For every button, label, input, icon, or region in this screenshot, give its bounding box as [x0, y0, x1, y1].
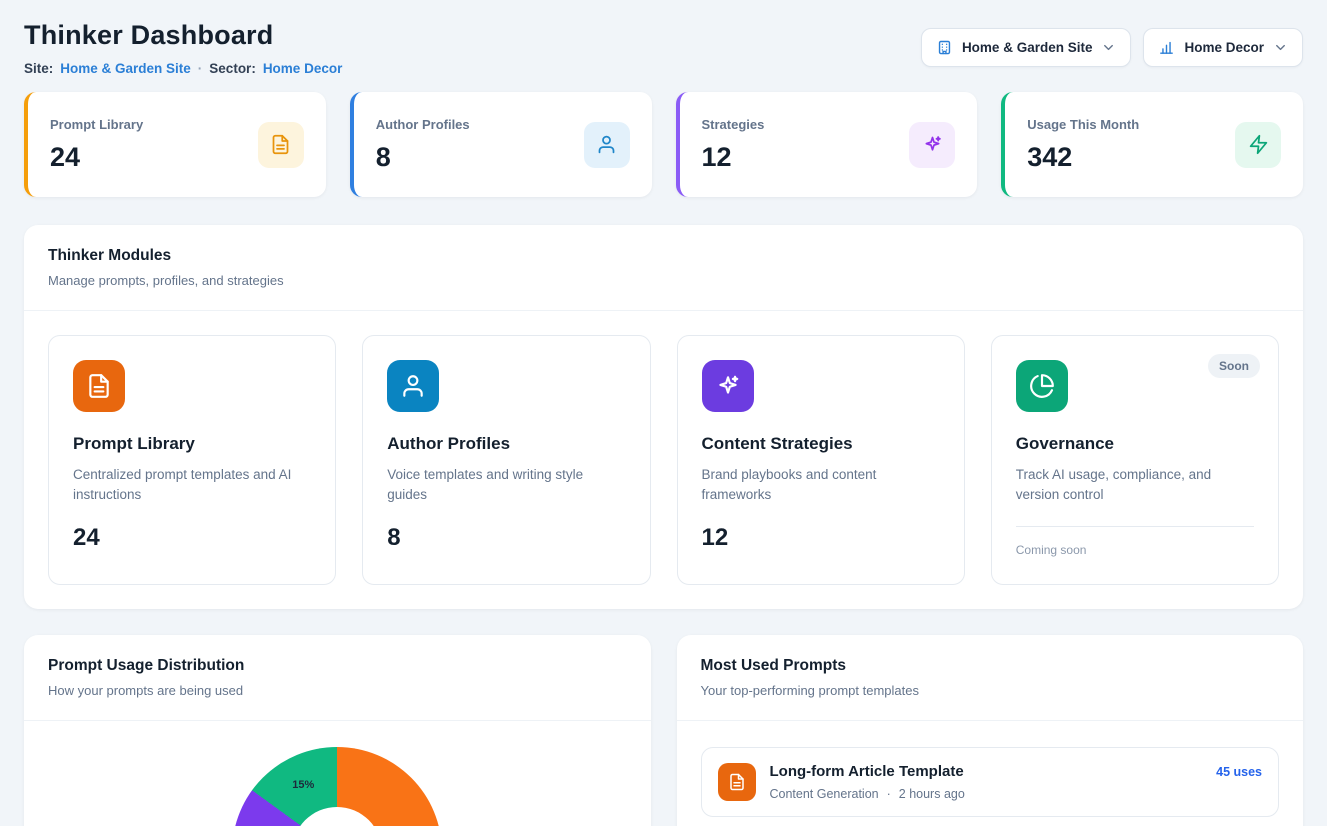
prompt-item-title: Long-form Article Template — [770, 763, 965, 780]
stat-value: 24 — [50, 142, 143, 173]
stat-label: Strategies — [702, 117, 765, 132]
breadcrumb: Site: Home & Garden Site · Sector: Home … — [24, 61, 342, 76]
modules-header: Thinker Modules Manage prompts, profiles… — [24, 225, 1303, 311]
stat-info: Strategies 12 — [702, 117, 765, 173]
site-selector-dropdown[interactable]: Home & Garden Site — [921, 28, 1132, 67]
stat-value: 12 — [702, 142, 765, 173]
thinker-modules-section: Thinker Modules Manage prompts, profiles… — [24, 225, 1303, 609]
usage-panel-body: 15% — [24, 721, 651, 826]
coming-soon-note: Coming soon — [1016, 526, 1254, 557]
modules-subtitle: Manage prompts, profiles, and strategies — [48, 273, 1279, 288]
modules-grid: Prompt Library Centralized prompt templa… — [24, 311, 1303, 609]
meta-dot: · — [887, 787, 891, 801]
separator-dot: · — [198, 61, 203, 76]
sector-selector-dropdown[interactable]: Home Decor — [1143, 28, 1303, 67]
stat-label: Prompt Library — [50, 117, 143, 132]
module-count: 24 — [73, 524, 311, 552]
modules-title: Thinker Modules — [48, 247, 1279, 265]
stat-info: Prompt Library 24 — [50, 117, 143, 173]
prompt-uses-badge: 45 uses — [1216, 765, 1262, 779]
site-label: Site: — [24, 61, 53, 76]
page-title: Thinker Dashboard — [24, 20, 342, 51]
dashboard-page: Thinker Dashboard Site: Home & Garden Si… — [0, 0, 1327, 826]
module-title: Content Strategies — [702, 434, 940, 454]
prompt-category: Content Generation — [770, 787, 879, 801]
module-card-author-profiles[interactable]: Author Profiles Voice templates and writ… — [362, 335, 650, 585]
user-icon — [584, 122, 630, 168]
stat-value: 342 — [1027, 142, 1139, 173]
sector-label: Sector: — [209, 61, 256, 76]
header-actions: Home & Garden Site Home Decor — [921, 28, 1303, 67]
stat-card-strategies: Strategies 12 — [676, 92, 978, 197]
usage-panel-title: Prompt Usage Distribution — [48, 657, 627, 675]
bottom-row: Prompt Usage Distribution How your promp… — [24, 635, 1303, 826]
stat-info: Usage This Month 342 — [1027, 117, 1139, 173]
stat-value: 8 — [376, 142, 470, 173]
file-text-icon — [718, 763, 756, 801]
module-title: Governance — [1016, 434, 1254, 454]
module-card-content-strategies[interactable]: Content Strategies Brand playbooks and c… — [677, 335, 965, 585]
prompts-panel-header: Most Used Prompts Your top-performing pr… — [677, 635, 1304, 721]
module-card-prompt-library[interactable]: Prompt Library Centralized prompt templa… — [48, 335, 336, 585]
prompt-item-meta: Content Generation · 2 hours ago — [770, 787, 965, 801]
usage-panel-subtitle: How your prompts are being used — [48, 683, 627, 698]
building-icon — [936, 39, 953, 56]
stats-row: Prompt Library 24 Author Profiles 8 Stra… — [24, 92, 1303, 197]
usage-panel-header: Prompt Usage Distribution How your promp… — [24, 635, 651, 721]
most-used-prompts-panel: Most Used Prompts Your top-performing pr… — [677, 635, 1304, 826]
stat-card-prompt-library: Prompt Library 24 — [24, 92, 326, 197]
soon-badge: Soon — [1208, 354, 1260, 378]
file-text-icon — [73, 360, 125, 412]
page-header: Thinker Dashboard Site: Home & Garden Si… — [24, 20, 1303, 76]
stat-info: Author Profiles 8 — [376, 117, 470, 173]
module-description: Track AI usage, compliance, and version … — [1016, 465, 1254, 506]
module-count: 12 — [702, 524, 940, 552]
prompts-panel-subtitle: Your top-performing prompt templates — [701, 683, 1280, 698]
module-description: Centralized prompt templates and AI inst… — [73, 465, 311, 506]
chevron-down-icon — [1101, 40, 1116, 55]
sparkle-icon — [702, 360, 754, 412]
prompt-list-item[interactable]: Long-form Article Template Content Gener… — [701, 747, 1280, 817]
stat-card-author-profiles: Author Profiles 8 — [350, 92, 652, 197]
chevron-down-icon — [1273, 40, 1288, 55]
bar-chart-icon — [1158, 39, 1175, 56]
prompts-panel-title: Most Used Prompts — [701, 657, 1280, 675]
pie-chart-icon — [1016, 360, 1068, 412]
module-title: Prompt Library — [73, 434, 311, 454]
stat-card-usage: Usage This Month 342 — [1001, 92, 1303, 197]
usage-distribution-panel: Prompt Usage Distribution How your promp… — [24, 635, 651, 826]
sparkle-icon — [909, 122, 955, 168]
file-text-icon — [258, 122, 304, 168]
module-description: Voice templates and writing style guides — [387, 465, 625, 506]
module-description: Brand playbooks and content frameworks — [702, 465, 940, 506]
stat-label: Usage This Month — [1027, 117, 1139, 132]
usage-donut: 15% — [232, 747, 442, 826]
user-icon — [387, 360, 439, 412]
module-count: 8 — [387, 524, 625, 552]
header-titles: Thinker Dashboard Site: Home & Garden Si… — [24, 20, 342, 76]
prompts-panel-body: Long-form Article Template Content Gener… — [677, 721, 1304, 826]
sector-selector-label: Home Decor — [1184, 40, 1264, 55]
prompt-item-text: Long-form Article Template Content Gener… — [770, 763, 965, 801]
prompt-time: 2 hours ago — [899, 787, 965, 801]
module-card-governance[interactable]: Soon Governance Track AI usage, complian… — [991, 335, 1279, 585]
donut-chart-wrap: 15% — [48, 747, 627, 826]
zap-icon — [1235, 122, 1281, 168]
site-link[interactable]: Home & Garden Site — [60, 61, 191, 76]
site-selector-label: Home & Garden Site — [962, 40, 1093, 55]
donut-segment-label: 15% — [292, 779, 314, 791]
module-title: Author Profiles — [387, 434, 625, 454]
sector-link[interactable]: Home Decor — [263, 61, 343, 76]
stat-label: Author Profiles — [376, 117, 470, 132]
